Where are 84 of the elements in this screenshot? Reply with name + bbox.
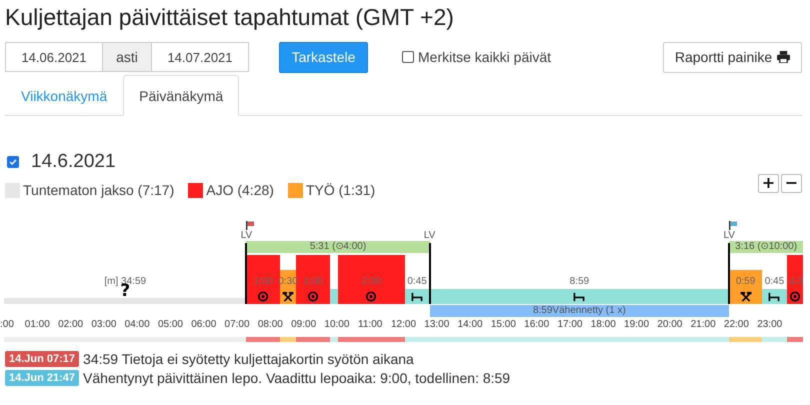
bed-icon <box>768 291 780 302</box>
duration-label: 2:00 <box>362 276 382 287</box>
duration-label: 8:59 <box>570 276 590 287</box>
hour-label: 20:00 <box>657 319 682 330</box>
marker-line <box>245 243 248 304</box>
hour-label: 18:00 <box>590 319 616 330</box>
rest-strip <box>330 337 338 342</box>
hour-label: 06:00 <box>191 319 216 330</box>
marker-label: LV <box>723 230 735 241</box>
steering-wheel-icon <box>789 291 800 302</box>
crossed-hammers-icon <box>740 291 752 302</box>
duration-label: 0:45 <box>764 276 784 287</box>
drive-bar <box>296 255 330 304</box>
alert-text: Vähentynyt päivittäinen lepo. Vaadittu lepoaika: 9:00, todellinen: 8:59 <box>83 370 510 386</box>
drive-bar <box>786 255 803 304</box>
reduced-rest-bar: 8:59Vähennetty (1 x) <box>430 305 730 317</box>
crossed-hammers-icon <box>282 291 294 302</box>
drive-strip <box>786 337 803 342</box>
checkbox[interactable] <box>402 51 414 63</box>
hour-label: 22:00 <box>724 319 749 330</box>
bed-icon <box>412 291 423 302</box>
drive-strip <box>296 337 330 342</box>
marker-line <box>728 243 730 304</box>
hour-label: 21:00 <box>690 319 716 330</box>
tab[interactable]: Päivänäkymä <box>123 75 240 116</box>
legend-label: Tuntematon jakso (7:17) <box>23 182 174 198</box>
duration-label: 1:00 <box>253 276 273 287</box>
hour-label: 15:00 <box>490 319 516 330</box>
hour-label: 17:00 <box>557 319 582 330</box>
page-title: Kuljettajan päivittäiset tapahtumat (GMT +2) <box>4 3 455 32</box>
date-field[interactable]: 14.07.2021 <box>151 42 249 72</box>
duration-label: 0:59 <box>736 276 756 287</box>
work-bar <box>729 270 762 304</box>
hour-label: 03:00 <box>91 319 116 330</box>
hour-label: 10:00 <box>324 319 350 330</box>
steering-wheel-icon <box>258 291 269 302</box>
work-strip <box>280 337 296 342</box>
shift-bar: 3:16 (⊙10:00) <box>729 241 803 253</box>
date-field[interactable]: 14.06.2021 <box>5 42 103 72</box>
checkbox-label: Merkitse kaikki päivät <box>418 49 552 65</box>
hour-label: 07:00 <box>224 319 250 330</box>
hour-label: :00 <box>0 319 14 330</box>
marker-line <box>428 243 431 304</box>
checkbox[interactable] <box>7 156 19 168</box>
alert-time-badge: 14.Jun 07:17 <box>5 351 80 367</box>
alert-text: 34:59 Tietoja ei syötetty kuljettajakortin syötön aikana <box>83 351 414 367</box>
hour-label: 01:00 <box>24 319 50 330</box>
hour-label: 14:00 <box>458 319 483 330</box>
day-date: 14.6.2021 <box>31 151 116 173</box>
alert-time-badge: 14.Jun 21:47 <box>5 370 80 386</box>
hour-label: 13:00 <box>424 319 450 330</box>
shift-bar: 5:31 (⊙4:00) <box>246 241 430 253</box>
hour-label: 19:00 <box>624 319 650 330</box>
zoom-button[interactable]: + <box>758 174 779 192</box>
duration-label: 4:3 <box>788 276 803 287</box>
marker-label: LV <box>240 230 252 241</box>
work-strip <box>729 337 762 342</box>
drive-bar <box>246 255 280 304</box>
hour-label: 11:00 <box>358 319 382 330</box>
hour-label: 16:00 <box>524 319 550 330</box>
hour-label: 05:00 <box>158 319 183 330</box>
printer-icon <box>777 51 790 63</box>
report-button[interactable]: Raportti painike <box>663 42 802 72</box>
duration-label: 0:45 <box>407 276 427 287</box>
legend-label: AJO (4:28) <box>206 182 274 198</box>
unknown-symbol: ? <box>120 283 130 300</box>
drive-strip <box>246 337 280 342</box>
date-range-separator: asti <box>103 42 151 72</box>
drive-bar <box>338 255 405 304</box>
steering-wheel-icon <box>366 291 377 302</box>
rest-strip <box>762 337 787 342</box>
legend-label: TYÖ (1:31) <box>306 182 376 198</box>
hour-label: 04:00 <box>124 319 150 330</box>
duration-label: 1:00 <box>303 276 323 287</box>
marker-label: LV <box>424 230 436 241</box>
hour-label: 09:00 <box>291 319 316 330</box>
steering-wheel-icon <box>308 291 319 302</box>
hour-label: 08:00 <box>258 319 283 330</box>
drive-strip <box>338 337 405 342</box>
bed-icon <box>574 291 585 302</box>
hour-label: 12:00 <box>390 319 416 330</box>
hour-label: 02:00 <box>58 319 84 330</box>
zoom-button[interactable]: − <box>781 174 802 192</box>
hour-label: 23:00 <box>757 319 782 330</box>
